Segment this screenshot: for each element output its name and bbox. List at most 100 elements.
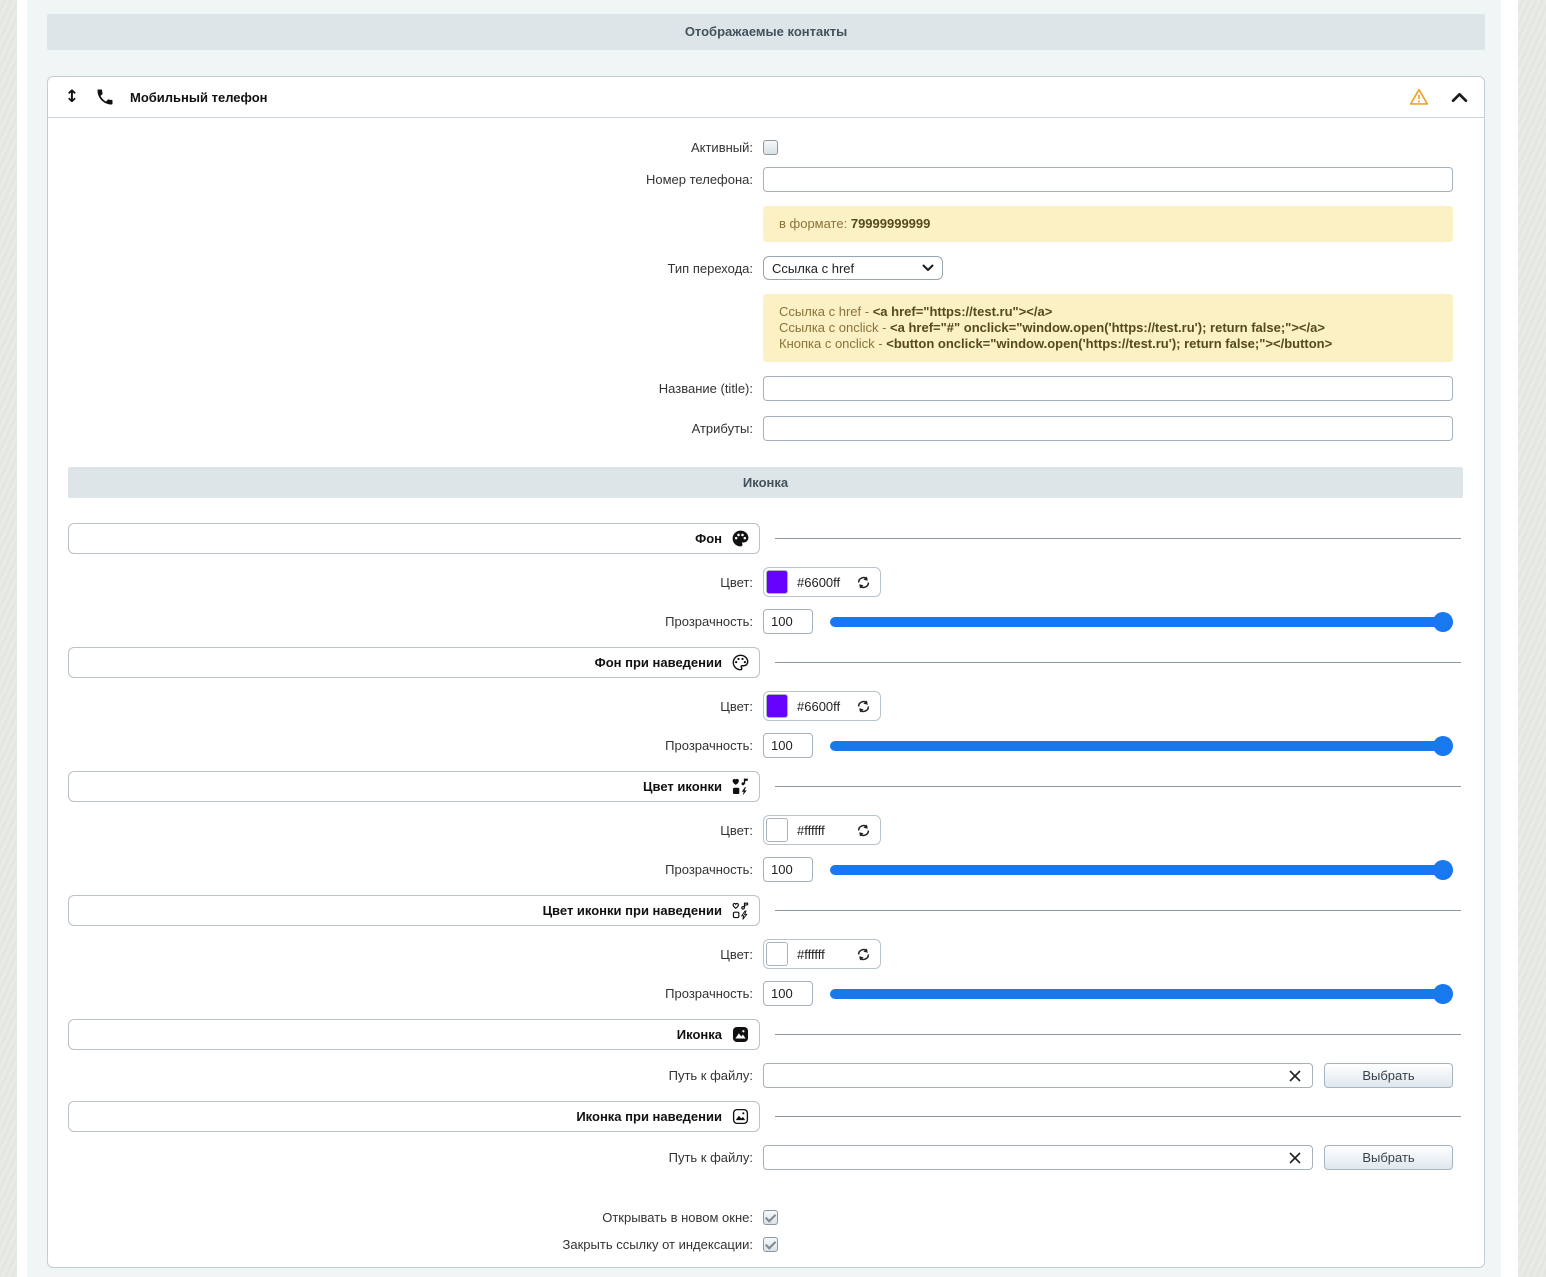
group-toggle-icon-file-hover[interactable]: Иконка при наведении <box>68 1101 760 1132</box>
color-swatch <box>766 570 788 594</box>
slider-thumb[interactable] <box>1433 984 1453 1004</box>
noindex-link-checkbox[interactable] <box>763 1237 778 1252</box>
group-toggle-background[interactable]: Фон <box>68 523 760 554</box>
phone-number-input[interactable] <box>763 167 1453 192</box>
group-divider <box>775 910 1461 911</box>
page-side-strip-right <box>1518 0 1546 1277</box>
noindex-link-label: Закрыть ссылку от индексации: <box>68 1237 753 1252</box>
page-gutter-right <box>1501 0 1518 1277</box>
slider-thumb[interactable] <box>1433 860 1453 880</box>
main-content: Отображаемые контакты ↕ Мобильный телефо… <box>47 14 1485 1268</box>
color-label: Цвет: <box>68 947 753 962</box>
color-picker-icon-color-hover[interactable]: #ffffff <box>763 939 881 969</box>
card-header: ↕ Мобильный телефон <box>48 77 1484 118</box>
title-label: Название (title): <box>68 381 753 396</box>
opacity-input-icon-color-hover[interactable] <box>763 981 813 1006</box>
refresh-color-icon[interactable] <box>856 575 871 590</box>
group-title: Цвет иконки <box>643 779 722 794</box>
color-swatch <box>766 942 788 966</box>
group-title: Фон при наведении <box>595 655 722 670</box>
group-divider <box>775 538 1461 539</box>
opacity-slider-icon-color-hover[interactable] <box>830 984 1453 1004</box>
color-picker-background[interactable]: #6600ff <box>763 567 881 597</box>
color-swatch <box>766 818 788 842</box>
transition-type-value: Ссылка с href <box>772 261 854 276</box>
attributes-input[interactable] <box>763 416 1453 441</box>
clear-file-x-icon[interactable] <box>1286 1149 1304 1167</box>
open-new-window-checkbox[interactable] <box>763 1210 778 1225</box>
group-title: Иконка <box>677 1027 722 1042</box>
color-label: Цвет: <box>68 699 753 714</box>
opacity-label: Прозрачность: <box>68 738 753 753</box>
color-label: Цвет: <box>68 823 753 838</box>
choose-file-button-icon-hover[interactable]: Выбрать <box>1324 1145 1453 1170</box>
warning-icon <box>1409 87 1429 107</box>
interests-filled-icon <box>731 777 750 796</box>
file-path-input-icon[interactable] <box>763 1063 1313 1088</box>
opacity-input-background-hover[interactable] <box>763 733 813 758</box>
card-body: Активный: Номер телефона: в формате: 799… <box>48 118 1484 1252</box>
color-label: Цвет: <box>68 575 753 590</box>
file-path-input-icon-hover[interactable] <box>763 1145 1313 1170</box>
file-path-label: Путь к файлу: <box>68 1068 753 1083</box>
color-hex-value: #ffffff <box>797 823 847 838</box>
group-divider <box>775 1034 1461 1035</box>
choose-file-button-icon[interactable]: Выбрать <box>1324 1063 1453 1088</box>
opacity-slider-background[interactable] <box>830 612 1453 632</box>
open-new-window-label: Открывать в новом окне: <box>68 1210 753 1225</box>
clear-file-x-icon[interactable] <box>1286 1067 1304 1085</box>
phone-number-label: Номер телефона: <box>68 172 753 187</box>
group-title: Цвет иконки при наведении <box>543 903 722 918</box>
chevron-down-icon <box>922 264 934 272</box>
title-input[interactable] <box>763 376 1453 401</box>
active-checkbox[interactable] <box>763 140 778 155</box>
group-title: Фон <box>695 531 722 546</box>
interests-outline-icon <box>731 901 750 920</box>
color-picker-icon-color[interactable]: #ffffff <box>763 815 881 845</box>
collapse-chevron-up-icon[interactable] <box>1449 88 1470 107</box>
refresh-color-icon[interactable] <box>856 947 871 962</box>
opacity-input-background[interactable] <box>763 609 813 634</box>
attributes-label: Атрибуты: <box>68 421 753 436</box>
color-picker-background-hover[interactable]: #6600ff <box>763 691 881 721</box>
refresh-color-icon[interactable] <box>856 823 871 838</box>
opacity-label: Прозрачность: <box>68 986 753 1001</box>
opacity-label: Прозрачность: <box>68 862 753 877</box>
opacity-slider-icon-color[interactable] <box>830 860 1453 880</box>
palette-outline-icon <box>731 653 750 672</box>
page-gutter-left <box>17 0 27 1277</box>
group-title: Иконка при наведении <box>576 1109 722 1124</box>
group-toggle-icon-color-hover[interactable]: Цвет иконки при наведении <box>68 895 760 926</box>
transition-type-select[interactable]: Ссылка с href <box>763 256 943 280</box>
active-label: Активный: <box>68 140 753 155</box>
group-divider <box>775 1116 1461 1117</box>
image-outline-icon <box>731 1107 750 1126</box>
transition-type-hint: Ссылка с href - <a href="https://test.ru… <box>763 294 1453 362</box>
contact-card-mobile-phone: ↕ Мобильный телефон Активный: Номер теле… <box>47 76 1485 1268</box>
page-side-strip-left <box>0 0 17 1277</box>
opacity-label: Прозрачность: <box>68 614 753 629</box>
transition-type-label: Тип перехода: <box>68 261 753 276</box>
card-title: Мобильный телефон <box>130 90 268 105</box>
phone-format-hint: в формате: 79999999999 <box>763 206 1453 242</box>
color-hex-value: #6600ff <box>797 575 847 590</box>
image-filled-icon <box>731 1025 750 1044</box>
color-swatch <box>766 694 788 718</box>
icon-section-header: Иконка <box>68 467 1463 498</box>
palette-filled-icon <box>731 529 750 548</box>
color-hex-value: #ffffff <box>797 947 847 962</box>
group-toggle-icon-file[interactable]: Иконка <box>68 1019 760 1050</box>
opacity-slider-background-hover[interactable] <box>830 736 1453 756</box>
phone-icon <box>95 87 115 107</box>
color-hex-value: #6600ff <box>797 699 847 714</box>
page-title: Отображаемые контакты <box>47 14 1485 50</box>
drag-handle-icon[interactable]: ↕ <box>63 89 81 106</box>
group-divider <box>775 786 1461 787</box>
refresh-color-icon[interactable] <box>856 699 871 714</box>
group-toggle-icon-color[interactable]: Цвет иконки <box>68 771 760 802</box>
group-toggle-background-hover[interactable]: Фон при наведении <box>68 647 760 678</box>
opacity-input-icon-color[interactable] <box>763 857 813 882</box>
slider-thumb[interactable] <box>1433 612 1453 632</box>
slider-thumb[interactable] <box>1433 736 1453 756</box>
file-path-label: Путь к файлу: <box>68 1150 753 1165</box>
